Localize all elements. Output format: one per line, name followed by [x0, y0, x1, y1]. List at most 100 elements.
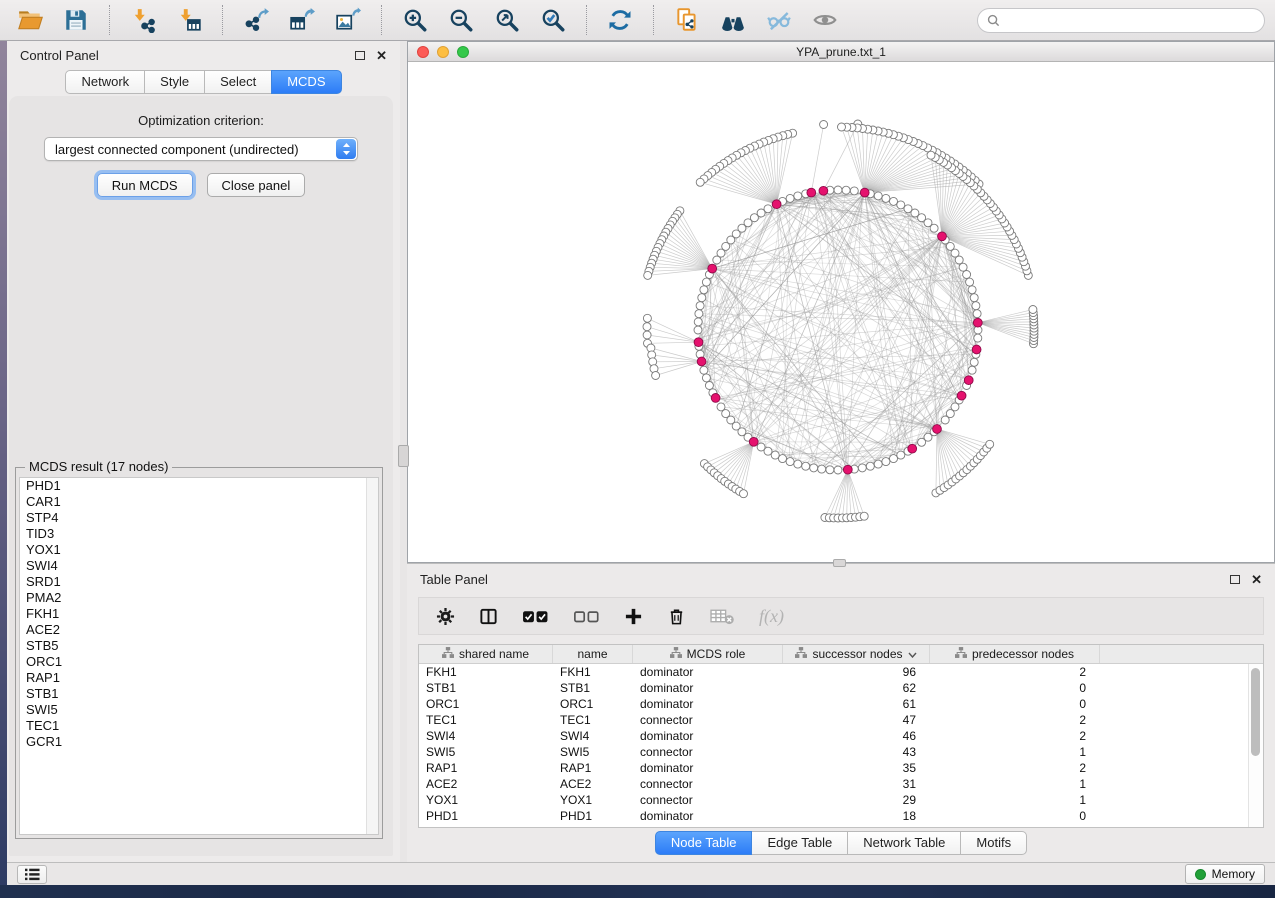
cell-mcds-role[interactable]: dominator: [633, 664, 783, 680]
leaf-node[interactable]: [838, 123, 846, 131]
column-header-shared-name[interactable]: shared name: [419, 645, 553, 663]
cell-mcds-role[interactable]: dominator: [633, 680, 783, 696]
network-node[interactable]: [874, 192, 882, 200]
network-node[interactable]: [882, 458, 890, 466]
mcds-result-item[interactable]: SWI5: [20, 702, 378, 718]
network-node[interactable]: [897, 451, 905, 459]
cell-mcds-role[interactable]: dominator: [633, 760, 783, 776]
cell-predecessor-nodes[interactable]: 2: [930, 728, 1100, 744]
network-canvas[interactable]: [408, 62, 1274, 562]
refresh-layout-button[interactable]: [600, 3, 640, 37]
mcds-result-item[interactable]: TID3: [20, 526, 378, 542]
network-node[interactable]: [802, 462, 810, 470]
network-node[interactable]: [834, 186, 842, 194]
table-row[interactable]: YOX1YOX1connector291: [419, 792, 1263, 808]
network-node[interactable]: [786, 194, 794, 202]
table-row[interactable]: FKH1FKH1dominator962: [419, 664, 1263, 680]
zoom-selected-button[interactable]: [533, 3, 573, 37]
cell-successor-nodes[interactable]: 35: [783, 760, 930, 776]
network-node[interactable]: [850, 187, 858, 195]
clone-network-button[interactable]: [667, 3, 707, 37]
network-node[interactable]: [771, 451, 779, 459]
mcds-hub-node[interactable]: [843, 465, 852, 474]
cell-name[interactable]: STB1: [553, 680, 633, 696]
mcds-result-item[interactable]: CAR1: [20, 494, 378, 510]
mcds-result-item[interactable]: FKH1: [20, 606, 378, 622]
mcds-hub-node[interactable]: [694, 338, 703, 347]
cell-successor-nodes[interactable]: 62: [783, 680, 930, 696]
mcds-result-item[interactable]: TEC1: [20, 718, 378, 734]
cell-mcds-role[interactable]: dominator: [633, 728, 783, 744]
network-node[interactable]: [968, 366, 976, 374]
mcds-hub-node[interactable]: [819, 186, 828, 195]
cell-name[interactable]: RAP1: [553, 760, 633, 776]
table-settings-button[interactable]: [436, 607, 455, 626]
close-table-panel-icon[interactable]: ✕: [1251, 573, 1262, 586]
cell-predecessor-nodes[interactable]: 0: [930, 808, 1100, 824]
cell-shared-name[interactable]: SWI5: [419, 744, 553, 760]
cell-successor-nodes[interactable]: 18: [783, 808, 930, 824]
cell-name[interactable]: FKH1: [553, 664, 633, 680]
cell-name[interactable]: YOX1: [553, 792, 633, 808]
network-node[interactable]: [696, 302, 704, 310]
column-header-successor-nodes[interactable]: successor nodes: [783, 645, 930, 663]
leaf-node[interactable]: [740, 490, 748, 498]
leaf-node[interactable]: [644, 271, 652, 279]
network-node[interactable]: [963, 271, 971, 279]
leaf-node[interactable]: [820, 121, 828, 129]
mcds-hub-node[interactable]: [972, 345, 981, 354]
leaf-node[interactable]: [696, 178, 704, 186]
table-row[interactable]: ACE2ACE2connector311: [419, 776, 1263, 792]
delete-column-button[interactable]: [667, 607, 686, 626]
leaf-node[interactable]: [986, 440, 994, 448]
network-node[interactable]: [842, 186, 850, 194]
mcds-result-item[interactable]: PMA2: [20, 590, 378, 606]
memory-button[interactable]: Memory: [1185, 864, 1265, 884]
network-node[interactable]: [834, 466, 842, 474]
tab-motifs[interactable]: Motifs: [960, 831, 1027, 855]
tab-select[interactable]: Select: [204, 70, 272, 94]
network-node[interactable]: [764, 447, 772, 455]
cell-shared-name[interactable]: YOX1: [419, 792, 553, 808]
cell-mcds-role[interactable]: connector: [633, 744, 783, 760]
vertical-splitter[interactable]: [400, 41, 407, 862]
float-table-panel-icon[interactable]: [1230, 575, 1240, 584]
mcds-result-item[interactable]: STB1: [20, 686, 378, 702]
export-table-button[interactable]: [282, 3, 322, 37]
close-panel-button[interactable]: Close panel: [207, 173, 306, 197]
mcds-hub-node[interactable]: [708, 264, 717, 273]
network-node[interactable]: [959, 263, 967, 271]
cell-predecessor-nodes[interactable]: 0: [930, 696, 1100, 712]
cell-mcds-role[interactable]: dominator: [633, 808, 783, 824]
cell-shared-name[interactable]: ORC1: [419, 696, 553, 712]
cell-shared-name[interactable]: FKH1: [419, 664, 553, 680]
leaf-node[interactable]: [927, 151, 935, 159]
network-node[interactable]: [700, 366, 708, 374]
zoom-in-button[interactable]: [395, 3, 435, 37]
import-table-button[interactable]: [169, 3, 209, 37]
network-node[interactable]: [874, 460, 882, 468]
network-node[interactable]: [713, 256, 721, 264]
network-node[interactable]: [698, 294, 706, 302]
network-node[interactable]: [779, 455, 787, 463]
hide-details-button[interactable]: [759, 3, 799, 37]
mcds-result-item[interactable]: STP4: [20, 510, 378, 526]
cell-predecessor-nodes[interactable]: 2: [930, 712, 1100, 728]
add-column-button[interactable]: [624, 607, 643, 626]
column-header-name[interactable]: name: [553, 645, 633, 663]
function-builder-button[interactable]: f(x): [759, 606, 784, 627]
zoom-fit-button[interactable]: [487, 3, 527, 37]
leaf-node[interactable]: [652, 372, 660, 380]
mcds-result-item[interactable]: ORC1: [20, 654, 378, 670]
mcds-result-item[interactable]: ACE2: [20, 622, 378, 638]
close-panel-icon[interactable]: ✕: [376, 49, 387, 62]
mcds-hub-node[interactable]: [957, 391, 966, 400]
cell-mcds-role[interactable]: connector: [633, 776, 783, 792]
mcds-hub-node[interactable]: [697, 357, 706, 366]
tab-edge-table[interactable]: Edge Table: [751, 831, 848, 855]
cell-name[interactable]: ORC1: [553, 696, 633, 712]
table-scrollbar-thumb[interactable]: [1251, 668, 1260, 756]
tab-node-table[interactable]: Node Table: [655, 831, 753, 855]
network-node[interactable]: [890, 197, 898, 205]
network-node[interactable]: [818, 465, 826, 473]
